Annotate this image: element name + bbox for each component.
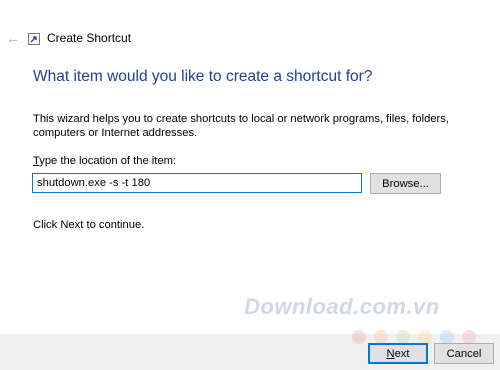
watermark-logo: Download.com.vn: [244, 294, 440, 319]
watermark-dot: [418, 330, 432, 344]
watermark-dot: [374, 330, 388, 344]
location-label: Type the location of the item:: [33, 155, 176, 167]
next-button[interactable]: Next: [368, 343, 428, 364]
watermark-dot: [440, 330, 454, 344]
watermark-dot: [462, 330, 476, 344]
watermark-dot: [352, 330, 366, 344]
next-button-text: ext: [394, 347, 410, 360]
back-arrow-icon[interactable]: ←: [4, 30, 22, 46]
page-heading: What item would you like to create a sho…: [33, 68, 373, 85]
wizard-description: This wizard helps you to create shortcut…: [33, 113, 449, 139]
continue-hint: Click Next to continue.: [33, 219, 145, 231]
cancel-button[interactable]: Cancel: [434, 343, 494, 364]
location-label-text: ype the location of the item:: [39, 155, 177, 167]
location-input[interactable]: [32, 173, 362, 193]
title-bar: ← Create Shortcut: [0, 0, 500, 72]
watermark-dot: [396, 330, 410, 344]
window-title: Create Shortcut: [47, 31, 132, 45]
browse-button[interactable]: Browse...: [370, 173, 441, 194]
shortcut-app-icon: [28, 33, 40, 45]
next-button-accelerator: N: [386, 347, 395, 360]
